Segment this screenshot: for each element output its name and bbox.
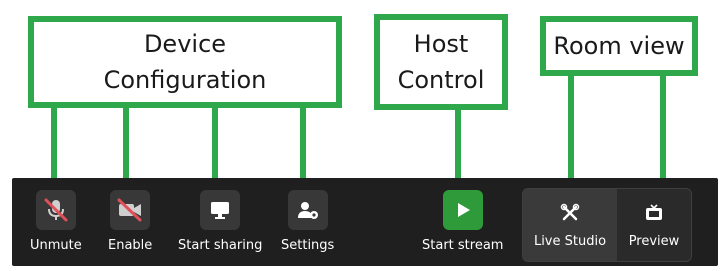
unmute-label: Unmute	[30, 238, 82, 253]
user-gear-icon	[287, 190, 328, 230]
connector-unmute	[51, 108, 57, 180]
unmute-button[interactable]: Unmute	[30, 190, 82, 254]
connector-enable	[123, 108, 129, 180]
host-control-line2: Control	[397, 66, 485, 94]
host-control-callout: Host Control	[374, 14, 508, 110]
tools-icon	[560, 202, 580, 224]
preview-tab[interactable]: Preview	[617, 189, 691, 261]
host-control-line1: Host	[413, 30, 469, 58]
device-configuration-callout: Device Configuration	[28, 16, 342, 108]
room-view-switcher: Live Studio Preview	[522, 188, 692, 262]
preview-label: Preview	[628, 233, 680, 249]
connector-start-stream	[455, 110, 461, 180]
live-studio-tab[interactable]: Live Studio	[523, 189, 617, 261]
microphone-muted-icon	[35, 190, 76, 230]
connector-live-studio	[568, 76, 574, 180]
start-stream-button[interactable]: Start stream	[422, 190, 503, 254]
tv-icon	[644, 202, 664, 224]
settings-label: Settings	[281, 238, 335, 253]
start-sharing-label: Start sharing	[178, 238, 263, 253]
room-view-callout: Room view	[540, 16, 698, 76]
device-configuration-line2: Configuration	[103, 66, 267, 94]
connector-settings	[300, 108, 306, 180]
connector-start-sharing	[212, 108, 218, 180]
live-studio-label: Live Studio	[533, 233, 607, 249]
start-stream-label: Start stream	[422, 238, 504, 253]
enable-video-button[interactable]: Enable	[108, 190, 152, 254]
video-camera-off-icon	[110, 190, 151, 230]
settings-button[interactable]: Settings	[281, 190, 334, 254]
meeting-toolbar: Unmute Enable Start sharing Settings Sta…	[12, 178, 718, 266]
enable-label: Enable	[108, 238, 153, 253]
play-icon	[442, 190, 483, 230]
monitor-icon	[200, 190, 241, 230]
connector-preview	[660, 76, 666, 180]
room-view-label: Room view	[553, 32, 685, 60]
start-sharing-button[interactable]: Start sharing	[178, 190, 262, 254]
device-configuration-line1: Device	[143, 30, 227, 58]
